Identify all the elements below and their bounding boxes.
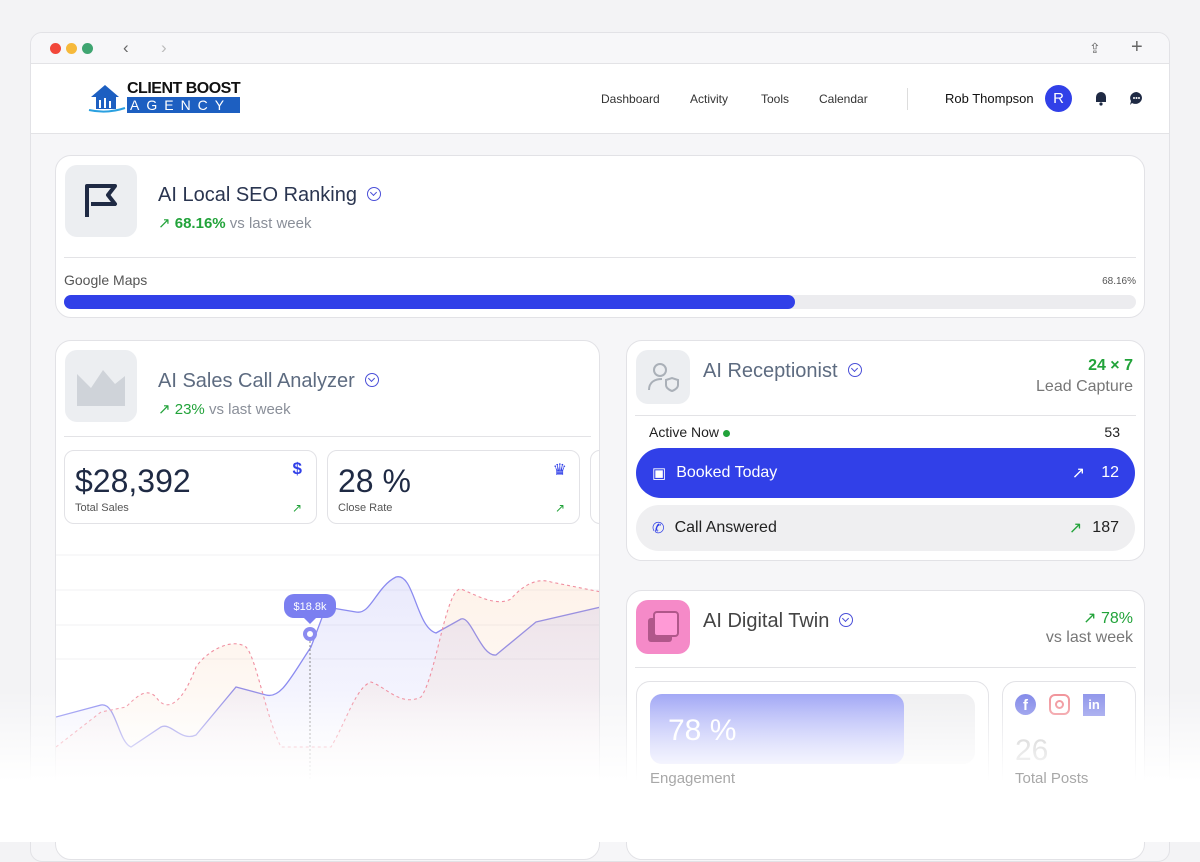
flag-icon xyxy=(65,165,137,237)
user-name[interactable]: Rob Thompson xyxy=(945,91,1034,106)
close-rate-stat: 28 % Close Rate ♛ ↗ xyxy=(327,450,580,524)
sales-change: ↗ 23% vs last week xyxy=(158,401,291,418)
logo[interactable]: CLIENT BOOST AGENCY xyxy=(87,80,241,113)
tooltip-text: $18.8k xyxy=(293,601,327,613)
chevron-down-icon[interactable] xyxy=(839,612,854,627)
progress-bar xyxy=(64,295,1136,309)
bar-value: 68.16% xyxy=(1102,276,1136,287)
answered-count: 187 xyxy=(1092,519,1119,536)
chat-icon[interactable] xyxy=(1129,91,1144,106)
active-now-label: Active Now xyxy=(649,424,730,440)
trend-up-icon: ↗ xyxy=(158,215,171,232)
minimize-window-button[interactable] xyxy=(66,43,77,54)
chevron-down-icon[interactable] xyxy=(364,372,379,387)
progress-fill xyxy=(64,295,795,309)
logo-text: CLIENT BOOST xyxy=(127,80,241,97)
total-sales-stat: $28,392 Total Sales $ ↗ xyxy=(64,450,317,524)
chart-image-icon xyxy=(65,350,137,422)
twin-change-label: vs last week xyxy=(1045,629,1133,646)
layers-icon xyxy=(636,600,690,654)
close-rate-label: Close Rate xyxy=(338,502,393,514)
availability-label: Lead Capture xyxy=(1036,378,1133,395)
availability-value: 24 × 7 xyxy=(1088,357,1133,374)
total-sales-label: Total Sales xyxy=(75,502,129,514)
status-dot xyxy=(722,430,730,437)
total-posts-label: Total Posts xyxy=(1015,770,1089,787)
active-now-count: 53 xyxy=(1104,424,1120,440)
crown-icon: ♛ xyxy=(552,462,567,479)
trend-up-icon: ↗ xyxy=(1071,465,1086,482)
trend-up-icon: ↗ xyxy=(1068,520,1083,537)
bottom-fade-overlay xyxy=(0,690,1200,842)
logo-house-icon xyxy=(88,85,126,113)
twin-title[interactable]: AI Digital Twin xyxy=(703,610,854,633)
avatar[interactable]: R xyxy=(1045,85,1072,112)
phone-icon: ✆ xyxy=(652,520,665,537)
user-shield-icon xyxy=(636,350,690,404)
chevron-down-icon[interactable] xyxy=(847,362,862,377)
logo-subtext: AGENCY xyxy=(127,97,241,113)
app-header: CLIENT BOOST AGENCY Dashboard Activity To… xyxy=(31,64,1169,134)
receptionist-title[interactable]: AI Receptionist xyxy=(703,360,862,383)
seo-ranking-card: AI Local SEO Ranking ↗ 68.16% vs last we… xyxy=(55,155,1145,318)
total-sales-value: $28,392 xyxy=(75,463,191,499)
booked-count: 12 xyxy=(1101,464,1119,481)
close-rate-value: 28 % xyxy=(338,463,411,499)
seo-title[interactable]: AI Local SEO Ranking xyxy=(158,184,381,207)
bar-label: Google Maps xyxy=(64,272,148,288)
calendar-icon: ▣ xyxy=(652,465,667,482)
browser-toolbar: ‹ › ⇪ + xyxy=(31,33,1169,64)
close-window-button[interactable] xyxy=(50,43,61,54)
booked-today-button[interactable]: ▣ Booked Today ↗ 12 xyxy=(636,448,1135,498)
engagement-label: Engagement xyxy=(650,770,736,787)
call-answered-button[interactable]: ✆ Call Answered ↗ 187 xyxy=(636,505,1135,551)
twin-change: ↗ 78% xyxy=(1083,610,1133,627)
nav-activity[interactable]: Activity xyxy=(690,92,728,106)
dollar-icon: $ xyxy=(292,459,302,478)
trend-up-icon: ↗ xyxy=(554,501,565,515)
answered-label: Call Answered xyxy=(674,519,777,536)
chevron-down-icon[interactable] xyxy=(367,186,381,201)
chevron-right-icon[interactable]: › xyxy=(161,38,167,58)
engagement-value: 78 % xyxy=(668,714,737,747)
maximize-window-button[interactable] xyxy=(82,43,93,54)
receptionist-card: AI Receptionist 24 × 7 Lead Capture Acti… xyxy=(626,340,1145,561)
nav-tools[interactable]: Tools xyxy=(761,92,789,106)
bell-icon[interactable] xyxy=(1094,91,1108,106)
sales-title[interactable]: AI Sales Call Analyzer xyxy=(158,370,379,393)
divider xyxy=(907,88,908,110)
plus-icon[interactable]: + xyxy=(1131,36,1143,59)
nav-calendar[interactable]: Calendar xyxy=(819,92,868,106)
booked-label: Booked Today xyxy=(676,464,778,481)
stat-card-partial xyxy=(590,450,599,524)
nav-dashboard[interactable]: Dashboard xyxy=(601,92,660,106)
share-icon[interactable]: ⇪ xyxy=(1089,40,1101,57)
trend-up-icon: ↗ xyxy=(291,501,302,515)
seo-change: ↗ 68.16% vs last week xyxy=(158,215,312,232)
chevron-left-icon[interactable]: ‹ xyxy=(123,38,129,58)
